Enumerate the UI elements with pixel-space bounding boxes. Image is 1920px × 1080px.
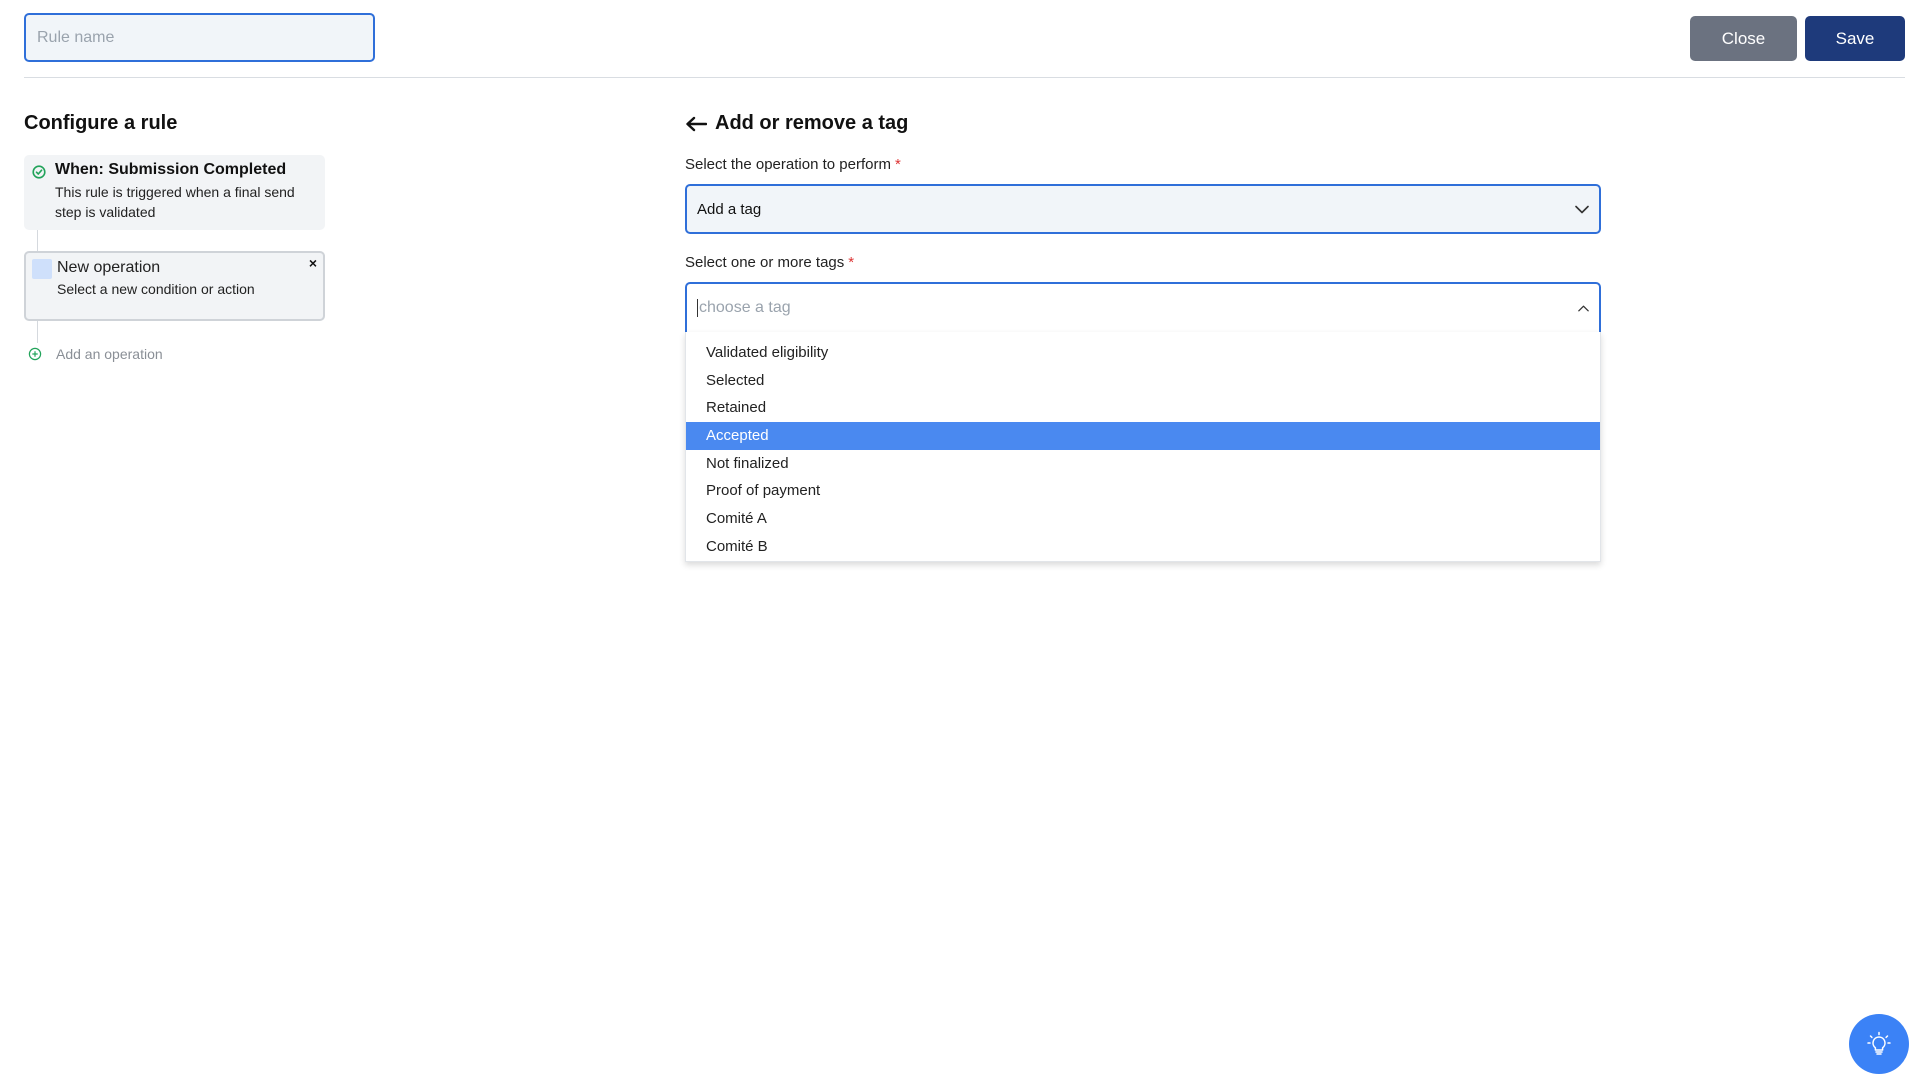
tag-option[interactable]: Retained xyxy=(686,394,1600,422)
rule-name-input[interactable] xyxy=(24,13,375,62)
add-operation-label: Add an operation xyxy=(56,346,163,362)
connector-line xyxy=(37,230,38,251)
tag-option[interactable]: Validated eligibility xyxy=(686,339,1600,367)
configure-rule-title: Configure a rule xyxy=(24,112,178,134)
operation-field-label: Select the operation to perform * xyxy=(685,156,901,173)
operation-select-value: Add a tag xyxy=(697,200,762,218)
tag-option[interactable]: Comité A xyxy=(686,505,1600,533)
tags-field-label: Select one or more tags * xyxy=(685,254,854,271)
tag-option[interactable]: Not finalized xyxy=(686,450,1600,478)
lightbulb-icon xyxy=(1867,1031,1891,1055)
tag-option-highlighted[interactable]: Accepted xyxy=(686,422,1600,450)
operation-select[interactable]: Add a tag xyxy=(685,184,1601,234)
tags-label-text: Select one or more tags xyxy=(685,254,845,271)
header-divider xyxy=(24,77,1905,78)
tags-search-input[interactable] xyxy=(697,299,1547,317)
new-operation-card[interactable]: New operation Select a new condition or … xyxy=(24,251,325,321)
top-bar: Close Save xyxy=(0,0,1920,78)
chevron-up-icon xyxy=(1578,305,1589,311)
connector-line xyxy=(37,321,38,343)
trigger-title: When: Submission Completed xyxy=(55,161,287,178)
help-button[interactable] xyxy=(1849,1014,1909,1074)
operation-description: Select a new condition or action xyxy=(57,281,255,297)
save-button[interactable]: Save xyxy=(1805,16,1905,61)
tag-option[interactable]: Proof of payment xyxy=(686,477,1600,505)
required-mark: * xyxy=(894,156,901,173)
required-mark: * xyxy=(848,254,855,271)
plus-circle-icon xyxy=(28,347,42,361)
arrow-left-icon[interactable] xyxy=(685,116,707,132)
operation-square-icon xyxy=(32,259,52,279)
panel-title-text: Add or remove a tag xyxy=(715,112,909,134)
add-operation-link[interactable]: Add an operation xyxy=(28,346,163,362)
panel-title: Add or remove a tag xyxy=(685,112,908,135)
close-icon[interactable]: × xyxy=(309,255,317,271)
tag-option[interactable]: Selected xyxy=(686,367,1600,395)
trigger-card[interactable]: When: Submission Completed This rule is … xyxy=(24,155,325,230)
operation-title: New operation xyxy=(57,259,161,276)
tag-option[interactable]: Comité B xyxy=(686,533,1600,561)
tags-dropdown: Validated eligibility Selected Retained … xyxy=(685,332,1601,562)
operation-label-text: Select the operation to perform xyxy=(685,156,891,173)
close-button[interactable]: Close xyxy=(1690,16,1797,61)
chevron-down-icon xyxy=(1575,205,1589,213)
tags-select[interactable] xyxy=(685,282,1601,332)
trigger-description: This rule is triggered when a final send… xyxy=(55,184,295,220)
check-circle-icon xyxy=(32,165,46,179)
